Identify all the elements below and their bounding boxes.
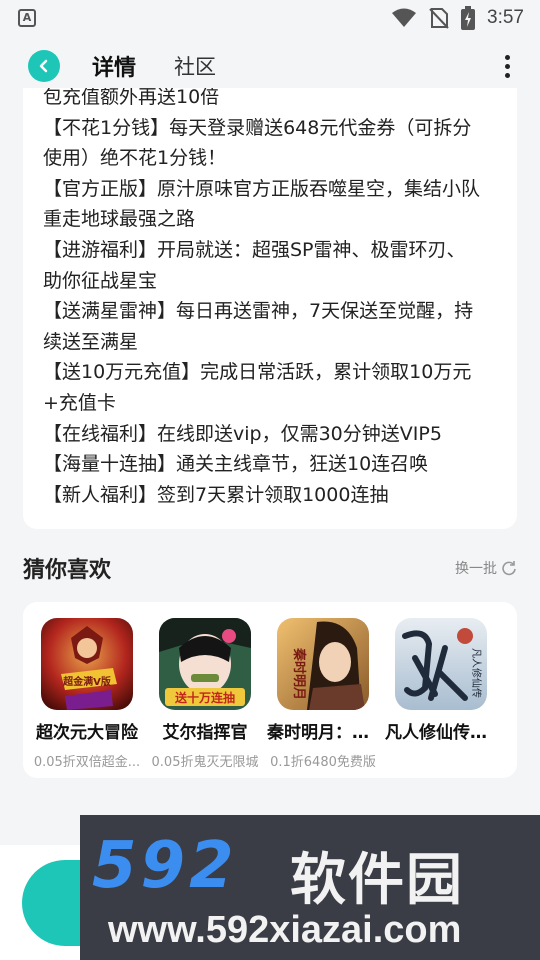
game-description: 包充值额外再送10倍 【不花1分钱】每天登录赠送648元代金券（可拆分 使用）绝… xyxy=(43,88,497,510)
refresh-button[interactable]: 换一批 xyxy=(455,558,517,578)
description-line: 【送10万元充值】完成日常活跃，累计领取10万元 xyxy=(43,361,472,384)
game-description-card: 包充值额外再送10倍 【不花1分钱】每天登录赠送648元代金券（可拆分 使用）绝… xyxy=(23,88,517,529)
tab-details[interactable]: 详情 xyxy=(92,50,137,82)
description-line: 【不花1分钱】每天登录赠送648元代金券（可拆分 xyxy=(43,116,472,139)
wifi-icon xyxy=(392,8,417,27)
game-icon-text: 送十万连抽 xyxy=(174,690,235,705)
game-name: 超次元大冒险 xyxy=(36,723,138,743)
back-button[interactable] xyxy=(28,50,60,82)
battery-icon xyxy=(461,6,476,30)
description-line: 重走地球最强之路 xyxy=(43,208,196,231)
description-line: +充值卡 xyxy=(43,391,116,414)
watermark-banner: 592 软件园 www.592xiazai.com xyxy=(80,815,540,960)
top-nav: 详情 社区 xyxy=(0,36,540,96)
tab-community[interactable]: 社区 xyxy=(174,51,216,81)
description-line: 【官方正版】原汁原味官方正版吞噬星空，集结小队 xyxy=(43,177,481,200)
description-line: 【在线福利】在线即送vip，仅需30分钟送VIP5 xyxy=(43,422,442,445)
description-line: 助你征战星宝 xyxy=(43,269,158,292)
game-item[interactable]: 凡人修仙传 凡人修仙传：... xyxy=(385,618,497,751)
game-item[interactable]: 送十万连抽 艾尔指挥官 0.05折鬼灭无限城 xyxy=(149,618,261,770)
more-options-button[interactable] xyxy=(505,54,510,78)
refresh-label: 换一批 xyxy=(455,561,497,577)
clock: 3:57 xyxy=(487,7,524,28)
more-dot-icon xyxy=(505,72,510,78)
game-name: 艾尔指挥官 xyxy=(162,723,248,743)
description-line: 【新人福利】签到7天累计领取1000连抽 xyxy=(43,483,389,506)
description-line: 包充值额外再送10倍 xyxy=(43,88,220,108)
no-sim-icon xyxy=(429,8,449,29)
game-icon: 送十万连抽 xyxy=(159,618,251,710)
game-subtitle: 0.1折6480免费版 xyxy=(270,755,376,770)
watermark-url: www.592xiazai.com xyxy=(108,909,462,951)
game-icon-text: 超金满V版 xyxy=(62,675,111,688)
description-line: 续送至满星 xyxy=(43,330,139,353)
game-name: 凡人修仙传：... xyxy=(385,723,497,743)
recommend-section-title: 猜你喜欢 xyxy=(23,558,112,583)
recommend-card: 超金满V版 超次元大冒险 0.05折双倍超金... 送十万连抽 艾尔指挥官 0.… xyxy=(23,602,517,778)
description-line: 使用）绝不花1分钱！ xyxy=(43,147,227,170)
game-icon-text: 秦时明月 xyxy=(291,647,307,700)
game-subtitle: 0.05折双倍超金... xyxy=(33,755,141,770)
description-line: 【送满星雷神】每日再送雷神，7天保送至觉醒，持 xyxy=(43,300,474,323)
chevron-left-icon xyxy=(39,59,48,73)
game-item[interactable]: 秦时明月 秦时明月：沧... 0.1折6480免费版 xyxy=(267,618,379,770)
game-icon-text: 凡人修仙传 xyxy=(470,648,483,698)
status-bar: A 3:57 xyxy=(0,0,540,36)
more-dot-icon xyxy=(505,63,510,69)
game-icon: 秦时明月 xyxy=(277,618,369,710)
game-item[interactable]: 超金满V版 超次元大冒险 0.05折双倍超金... xyxy=(31,618,143,770)
notification-icon: A xyxy=(18,9,36,27)
more-dot-icon xyxy=(505,54,510,60)
description-line: 【海量十连抽】通关主线章节，狂送10连召唤 xyxy=(43,453,429,476)
game-icon: 凡人修仙传 xyxy=(395,618,487,710)
game-icon: 超金满V版 xyxy=(41,618,133,710)
refresh-icon xyxy=(502,561,516,576)
description-line: 【进游福利】开局就送：超强SP雷神、极雷环刃、 xyxy=(43,238,466,261)
game-subtitle: 0.05折鬼灭无限城 xyxy=(151,755,259,770)
game-name: 秦时明月：沧... xyxy=(267,723,379,743)
watermark-brand-name: 软件园 xyxy=(290,848,464,913)
watermark-brand-number: 592 xyxy=(92,829,238,903)
